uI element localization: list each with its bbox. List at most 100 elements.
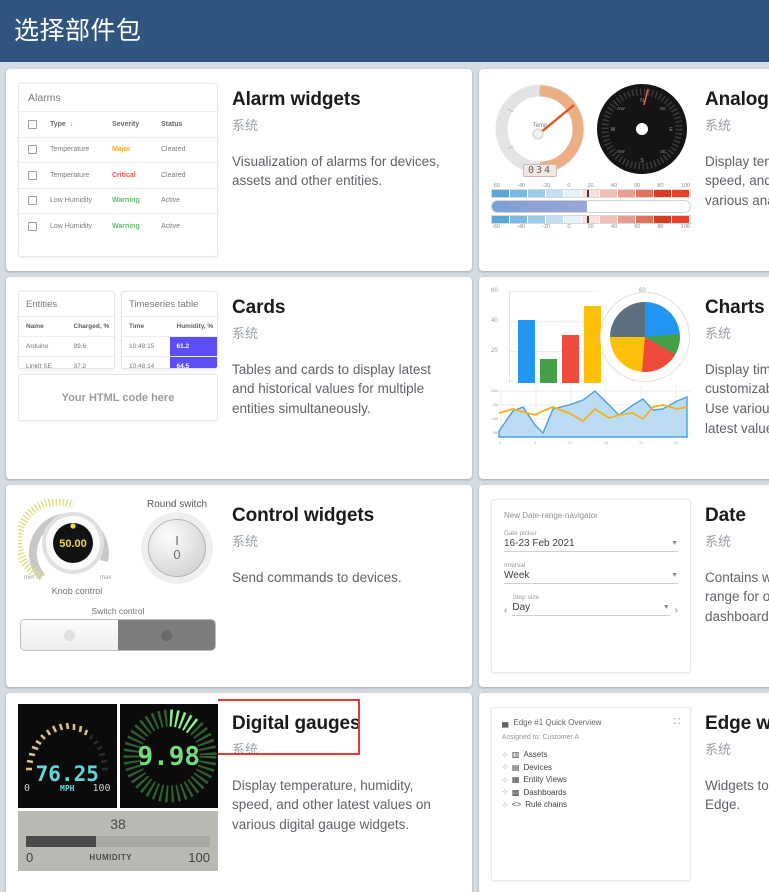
- humidity-max: 100: [188, 850, 210, 865]
- expand-icon[interactable]: ⊹: [502, 763, 508, 771]
- table-row[interactable]: Temperature Major Cleared: [19, 136, 217, 163]
- switch-on-half[interactable]: [21, 620, 118, 650]
- bundle-card-analog-gauges[interactable]: Temp 034 N S E W NE NW SE SW -60 -40 -20…: [479, 69, 769, 271]
- alarm-status: Active: [161, 197, 181, 205]
- bundle-subtitle: 系统: [232, 533, 259, 549]
- chevron-down-icon[interactable]: ▼: [671, 540, 678, 547]
- bundle-title: Cards: [232, 297, 286, 318]
- alarm-status: Cleared: [161, 146, 186, 154]
- radial-gauge: 9.98: [119, 704, 218, 808]
- date-picker-value: 16-23 Feb 2021: [504, 538, 575, 549]
- alarm-type: Temperature: [50, 146, 90, 154]
- bundle-description: Widgets to work with Edge.: [705, 777, 769, 813]
- alarm-table-caption: Alarms: [28, 92, 61, 104]
- date-picker-field[interactable]: 16-23 Feb 2021 ▼: [504, 537, 678, 552]
- bundle-card-date[interactable]: New Date-range-navigator Date picker 16-…: [479, 485, 769, 687]
- table-caption: Entities: [26, 299, 58, 310]
- bundle-description: Tables and cards to display latest and h…: [232, 361, 431, 416]
- bundle-description: Display timeseries data with customizabl…: [705, 361, 769, 436]
- column-header-charged: Charged, %: [73, 323, 110, 330]
- color-scale-strip-top: [491, 189, 691, 198]
- alarm-type: Low Humidity: [50, 197, 93, 205]
- column-header-severity: Severity: [112, 120, 140, 128]
- expand-icon[interactable]: ⊹: [502, 776, 508, 784]
- bundle-card-digital-gauges[interactable]: 76.25 0 MPH 100 9.98 38 0 HUMIDITY 100 D…: [6, 693, 472, 892]
- column-header-status: Status: [161, 120, 183, 128]
- bundle-subtitle: 系统: [705, 117, 732, 133]
- bundle-card-control-widgets[interactable]: 50.00 min max Knob control Round switch …: [6, 485, 472, 687]
- column-header-time: Time: [129, 323, 145, 330]
- table-row[interactable]: Low Humidity Warning Active: [19, 187, 217, 214]
- bundle-card-edge-widgets[interactable]: ▄ Edge #1 Quick Overview ⛶ Assigned to: …: [479, 693, 769, 892]
- tree-item-rule-chains[interactable]: ⊹ <> Rule chains: [502, 800, 680, 809]
- bar-series-3: [562, 335, 579, 383]
- table-row[interactable]: Temperature Critical Cleared: [19, 162, 217, 188]
- tree-item-assets[interactable]: ⊹ ▥ Assets: [502, 750, 680, 759]
- alarm-severity: Major: [112, 146, 131, 154]
- radial-gauge-value: 9.98: [137, 742, 201, 772]
- alarm-type: Temperature: [50, 171, 90, 179]
- checkbox-icon[interactable]: [28, 170, 37, 180]
- svg-text:5: 5: [534, 441, 536, 445]
- pie-chart: 60: [599, 288, 691, 383]
- fullscreen-icon[interactable]: ⛶: [674, 717, 680, 727]
- alarm-table: Alarms Type ↓ Severity Status Temperature…: [18, 83, 218, 257]
- alarm-severity: Warning: [112, 197, 140, 205]
- bundle-card-charts[interactable]: 60 40 20 60 0 5 10 15 20 25 1000 750 500…: [479, 277, 769, 479]
- gauge-label: Temp: [532, 123, 548, 130]
- knob-control[interactable]: 50.00 min max Knob control: [14, 497, 136, 604]
- bar-series-1: [518, 320, 535, 383]
- bundle-card-alarm-widgets[interactable]: Alarms Type ↓ Severity Status Temperature…: [6, 69, 472, 271]
- bundle-card-cards[interactable]: Entities Name Charged, % Arduino 99.6 Li…: [6, 277, 472, 479]
- scale-tick: -40: [517, 224, 526, 230]
- scale-tick: 0: [567, 224, 571, 230]
- next-step-icon[interactable]: ›: [675, 605, 678, 616]
- preview-cards: Entities Name Charged, % Arduino 99.6 Li…: [18, 291, 218, 465]
- checkbox-icon[interactable]: [28, 221, 37, 231]
- chevron-down-icon[interactable]: ▼: [663, 604, 670, 611]
- bundle-info: Cards 系统 Tables and cards to display lat…: [218, 277, 472, 479]
- checkbox-icon: [28, 119, 37, 129]
- bundle-subtitle: 系统: [232, 117, 259, 133]
- date-picker-label: Date picker: [504, 530, 537, 537]
- switch-control[interactable]: [20, 619, 216, 651]
- expand-icon[interactable]: ⊹: [502, 751, 508, 759]
- step-size-field[interactable]: Day ▼: [512, 601, 670, 616]
- tree-item-entity-views[interactable]: ⊹ ▦ Entity Views: [502, 775, 680, 784]
- bundle-info: Analog gauges 系统 Display temperature, hu…: [691, 69, 769, 271]
- timeseries-table: Timeseries table Time Humidity, % 10:48:…: [121, 291, 218, 369]
- round-switch[interactable]: I 0: [141, 512, 213, 584]
- speedometer-max: 100: [92, 783, 111, 794]
- thermometer-slider[interactable]: [491, 200, 691, 213]
- scale-tick: 100: [680, 224, 690, 230]
- dashboards-icon: ▩: [511, 787, 520, 797]
- table-row[interactable]: LinkIt SE 37.2: [19, 356, 114, 368]
- table-row[interactable]: 10:48:15 61.2: [122, 336, 217, 356]
- scale-tick: 20: [587, 224, 594, 230]
- y-axis-tick: 40: [491, 318, 498, 324]
- knob-min-label: min: [24, 575, 34, 581]
- checkbox-icon[interactable]: [28, 145, 37, 155]
- table-row[interactable]: Low Humidity Warning Active: [19, 213, 217, 239]
- checkbox-icon[interactable]: [28, 196, 37, 206]
- humidity-min: 0: [26, 850, 34, 865]
- table-header-row: Time Humidity, %: [122, 316, 217, 336]
- tree-item-devices[interactable]: ⊹ ▤ Devices: [502, 763, 680, 772]
- prev-step-icon[interactable]: ‹: [504, 605, 507, 616]
- humidity-value: 38: [110, 816, 126, 832]
- alarm-severity: Critical: [112, 171, 136, 179]
- area-chart: 0 5 10 15 20 25 1000 750 500 250: [491, 385, 691, 447]
- table-row[interactable]: 10:48:14 64.5: [122, 356, 217, 368]
- humidity-progress-bar: [26, 836, 210, 847]
- round-switch-off-glyph: 0: [173, 547, 181, 562]
- switch-off-half[interactable]: [118, 620, 215, 650]
- expand-icon[interactable]: ⊹: [502, 788, 508, 796]
- html-card: Your HTML code here: [18, 374, 218, 421]
- interval-field[interactable]: Week ▼: [504, 569, 678, 584]
- entity-name: Arduino: [26, 343, 49, 350]
- table-row[interactable]: Arduino 99.6: [19, 336, 114, 356]
- tree-item-dashboards[interactable]: ⊹ ▩ Dashboards: [502, 788, 680, 797]
- chevron-down-icon[interactable]: ▼: [671, 572, 678, 579]
- expand-icon[interactable]: ⊹: [502, 801, 508, 809]
- temperature-gauge-icon: Temp 034: [494, 83, 586, 177]
